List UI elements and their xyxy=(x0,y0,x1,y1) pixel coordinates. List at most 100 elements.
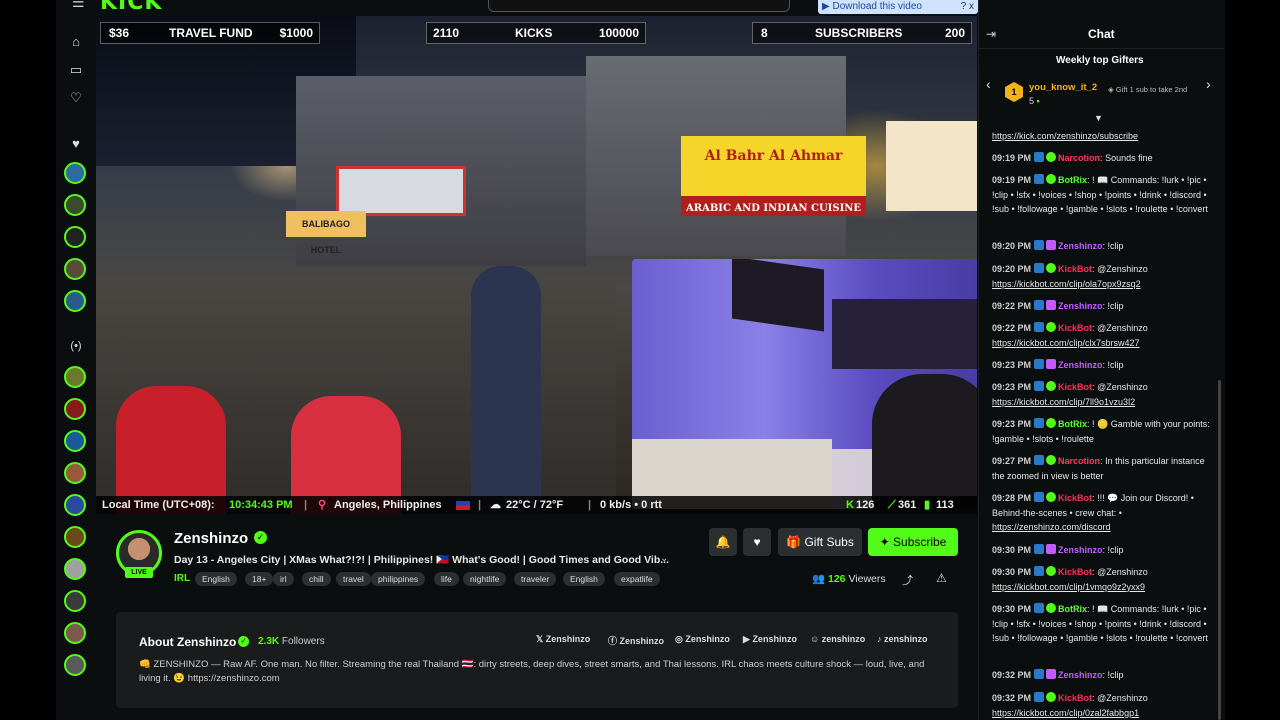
report-icon[interactable]: ⚠ xyxy=(936,571,947,585)
chat-link[interactable]: https://zenshinzo.com/discord xyxy=(992,522,1111,532)
live-badge: LIVE xyxy=(125,567,153,578)
social-x-link[interactable]: 𝕏 Zenshinzo xyxy=(536,634,590,645)
tag-chip[interactable]: traveler xyxy=(514,572,557,586)
tag-chip[interactable]: expatlife xyxy=(614,572,660,586)
chat-text: @Zenshinzo xyxy=(1097,567,1148,577)
download-video-bar[interactable]: ▶ Download this video ? x xyxy=(818,0,978,14)
tag-chip[interactable]: nightlife xyxy=(463,572,507,586)
badge-icon xyxy=(1034,263,1045,273)
chat-link[interactable]: https://kick.com/zenshinzo/subscribe xyxy=(992,131,1138,141)
chat-username[interactable]: KickBot xyxy=(1058,567,1092,577)
collapse-chat-icon[interactable]: ⇥ xyxy=(986,27,996,41)
chat-username[interactable]: BotRix xyxy=(1058,604,1087,614)
social-youtube-link[interactable]: ▶ Zenshinzo xyxy=(743,634,797,645)
download-close-icon[interactable]: x xyxy=(969,1,974,12)
recommended-channel-avatar[interactable] xyxy=(64,494,86,516)
chat-username[interactable]: KickBot xyxy=(1058,693,1092,703)
chat-username[interactable]: KickBot xyxy=(1058,264,1092,274)
chat-username[interactable]: Zenshinzo xyxy=(1058,670,1103,680)
subscribe-button[interactable]: ✦ Subscribe xyxy=(868,528,958,556)
gift-subs-button[interactable]: 🎁 Gift Subs xyxy=(778,528,862,556)
chat-link[interactable]: https://kickbot.com/clip/0zal2fabbgp1 xyxy=(992,708,1139,718)
recommended-channel-avatar[interactable] xyxy=(64,430,86,452)
followed-channel-avatar[interactable] xyxy=(64,226,86,248)
gift-cta[interactable]: ◈ Gift 1 sub to take 2nd xyxy=(1108,85,1198,94)
pinned-expand-icon[interactable]: ▼ xyxy=(1094,113,1103,123)
follow-button[interactable]: ♥ xyxy=(743,528,771,556)
recommended-live-icon[interactable]: (•) xyxy=(66,336,86,356)
followed-channel-avatar[interactable] xyxy=(64,290,86,312)
tag-chip[interactable]: life xyxy=(434,572,459,586)
home-icon[interactable]: ⌂ xyxy=(66,32,86,52)
chat-link[interactable]: https://kickbot.com/clip/1vmqo9z2yxx9 xyxy=(992,582,1145,592)
recommended-channel-avatar[interactable] xyxy=(64,558,86,580)
browse-icon[interactable]: ▭ xyxy=(66,60,86,80)
following-heart-icon[interactable]: ♡ xyxy=(66,88,86,108)
chat-username[interactable]: Zenshinzo xyxy=(1058,301,1103,311)
chevron-down-icon[interactable]: ⌄ xyxy=(660,553,668,564)
recommended-channel-avatar[interactable] xyxy=(64,366,86,388)
chat-username[interactable]: KickBot xyxy=(1058,493,1092,503)
channel-name[interactable]: Zenshinzo xyxy=(174,530,248,547)
chevron-left-icon[interactable]: ‹ xyxy=(986,76,991,92)
heart-icon: ♥ xyxy=(753,535,761,549)
verified-badge-icon xyxy=(1046,381,1057,391)
gift-icon: ◈ xyxy=(1108,85,1114,94)
social-tiktok-link[interactable]: ♪ zenshinzo xyxy=(877,634,928,644)
badge-icon xyxy=(1034,418,1045,428)
chat-username[interactable]: KickBot xyxy=(1058,323,1092,333)
chat-username[interactable]: BotRix xyxy=(1058,175,1087,185)
chat-username[interactable]: Zenshinzo xyxy=(1058,360,1103,370)
chat-username[interactable]: BotRix xyxy=(1058,419,1087,429)
recommended-channel-avatar[interactable] xyxy=(64,622,86,644)
top-gifter-name[interactable]: you_know_it_2 xyxy=(1029,82,1097,93)
network-text: 0 kb/s • 0 rtt xyxy=(600,499,662,511)
recommended-channel-avatar[interactable] xyxy=(64,526,86,548)
recommended-channel-avatar[interactable] xyxy=(64,398,86,420)
followed-channel-avatar[interactable] xyxy=(64,194,86,216)
chat-scrollbar[interactable] xyxy=(1218,380,1221,720)
chat-link[interactable]: https://kickbot.com/clip/7ll9o1vzu3l2 xyxy=(992,397,1135,407)
tag-chip[interactable]: 18+ xyxy=(245,572,274,586)
chat-username[interactable]: Narcotion xyxy=(1058,153,1100,163)
download-help-icon[interactable]: ? xyxy=(961,1,967,12)
tag-chip[interactable]: English xyxy=(563,572,605,586)
chat-link[interactable]: https://kickbot.com/clip/ola7opx9zsq2 xyxy=(992,279,1141,289)
badge-icon xyxy=(1034,240,1045,250)
chevron-right-icon[interactable]: › xyxy=(1206,76,1211,92)
followed-channel-avatar[interactable] xyxy=(64,258,86,280)
tag-chip[interactable]: philippines xyxy=(371,572,426,586)
verified-badge-icon xyxy=(1046,263,1057,273)
chat-timestamp: 09:19 PM xyxy=(992,175,1032,185)
followed-heart-icon[interactable]: ♥ xyxy=(66,134,86,154)
search-input[interactable] xyxy=(488,0,790,12)
recommended-channel-avatar[interactable] xyxy=(64,590,86,612)
badge-icon xyxy=(1034,174,1045,184)
chat-username[interactable]: Zenshinzo xyxy=(1058,545,1103,555)
tag-chip[interactable]: chill xyxy=(302,572,331,586)
verified-badge-icon xyxy=(1046,692,1057,702)
download-label[interactable]: ▶ Download this video xyxy=(822,1,922,12)
share-icon[interactable]: ⤴ xyxy=(902,572,913,588)
restaurant-sign-cuisine: ARABIC AND INDIAN CUISINE xyxy=(685,203,862,214)
menu-icon[interactable]: ☰ xyxy=(72,0,85,11)
stream-category[interactable]: IRL xyxy=(174,573,190,584)
tag-chip[interactable]: English xyxy=(195,572,237,586)
social-instagram-link[interactable]: ◎ Zenshinzo xyxy=(675,634,730,645)
chat-username[interactable]: Zenshinzo xyxy=(1058,241,1103,251)
video-player[interactable]: BALIBAGO HOTEL Al Bahr Al Ahmar ARABIC A… xyxy=(96,16,977,514)
location-pin-icon: ⚲ xyxy=(318,499,327,511)
social-facebook-link[interactable]: ⓕ Zenshinzo xyxy=(608,634,664,647)
chat-username[interactable]: KickBot xyxy=(1058,382,1092,392)
tag-chip[interactable]: irl xyxy=(273,572,294,586)
recommended-channel-avatar[interactable] xyxy=(64,462,86,484)
social-discord-link[interactable]: ☺ zenshinzo xyxy=(810,634,865,644)
chat-link[interactable]: https://kickbot.com/clip/clx7sbrsw427 xyxy=(992,338,1140,348)
recommended-channel-avatar[interactable] xyxy=(64,654,86,676)
notification-bell-button[interactable]: 🔔 xyxy=(709,528,737,556)
kick-logo[interactable]: KICK xyxy=(100,0,162,15)
followed-channel-avatar[interactable] xyxy=(64,162,86,184)
chat-message: 09:30 PM Zenshinzo: !clip xyxy=(992,544,1124,555)
tag-chip[interactable]: travel xyxy=(336,572,371,586)
chat-username[interactable]: Narcotion xyxy=(1058,456,1100,466)
